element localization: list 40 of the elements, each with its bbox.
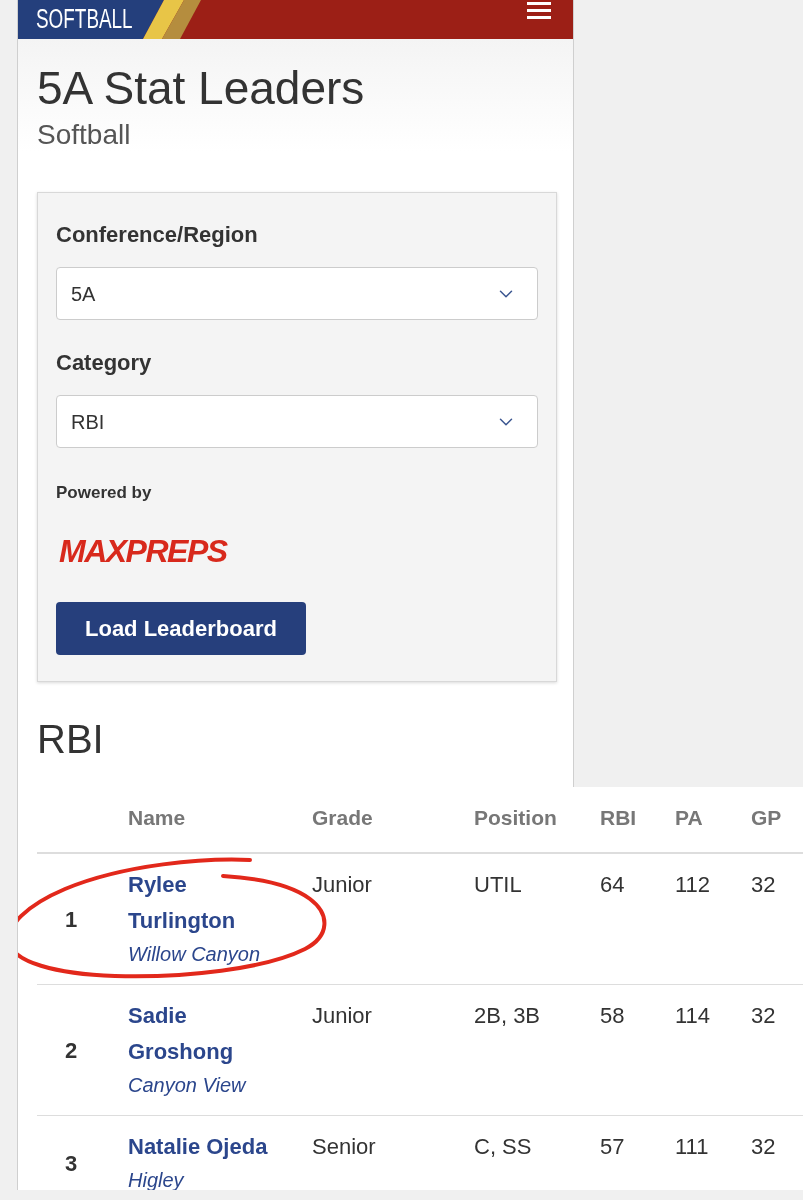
- table-cell: UTIL: [474, 872, 522, 897]
- table-cell: 32: [751, 1003, 776, 1028]
- school-link[interactable]: Canyon View: [128, 1070, 246, 1100]
- table-cell: 64: [600, 872, 625, 897]
- field-label: Category: [56, 349, 153, 377]
- school-link[interactable]: Willow Canyon: [128, 939, 261, 969]
- page-title: 5A Stat Leaders: [37, 63, 366, 113]
- rank-number: 2: [65, 1037, 78, 1063]
- column-header: PA: [675, 806, 703, 829]
- menu-icon[interactable]: [527, 2, 551, 19]
- table-cell: C, SS: [474, 1134, 532, 1159]
- dropdown-select[interactable]: RBI: [56, 395, 538, 448]
- table-cell: 114: [675, 1003, 711, 1028]
- table-cell: Junior: [312, 872, 372, 897]
- column-header: Position: [474, 806, 557, 829]
- table-cell: 2B, 3B: [474, 1003, 541, 1028]
- rank-number: 1: [65, 906, 78, 932]
- table-cell: 112: [675, 872, 711, 897]
- load-leaderboard-button[interactable]: Load Leaderboard: [56, 602, 306, 655]
- column-header: Name: [128, 806, 186, 829]
- table-cell: Junior: [312, 1003, 372, 1028]
- player-name-link[interactable]: Sadie Groshong: [128, 998, 288, 1070]
- player-name-link[interactable]: Natalie Ojeda: [128, 1129, 268, 1165]
- player-name-link[interactable]: Rylee Turlington: [128, 867, 288, 939]
- table-cell: Senior: [312, 1134, 376, 1159]
- powered-by-label: Powered by: [56, 482, 153, 504]
- column-header: GP: [751, 806, 782, 829]
- table-cell: 58: [600, 1003, 625, 1028]
- table-cell: 111: [675, 1134, 709, 1159]
- page-subtitle: Softball: [37, 118, 132, 152]
- section-title: RBI: [37, 716, 105, 763]
- dropdown-select[interactable]: 5A: [56, 267, 538, 320]
- column-header: RBI: [600, 806, 637, 829]
- maxpreps-logo: MAXPREPS: [58, 532, 229, 571]
- column-header: Grade: [312, 806, 373, 829]
- rank-number: 3: [65, 1150, 78, 1176]
- field-label: Conference/Region: [56, 221, 259, 249]
- table-cell: 57: [600, 1134, 625, 1159]
- table-cell: 32: [751, 872, 776, 897]
- table-cell: 32: [751, 1134, 776, 1159]
